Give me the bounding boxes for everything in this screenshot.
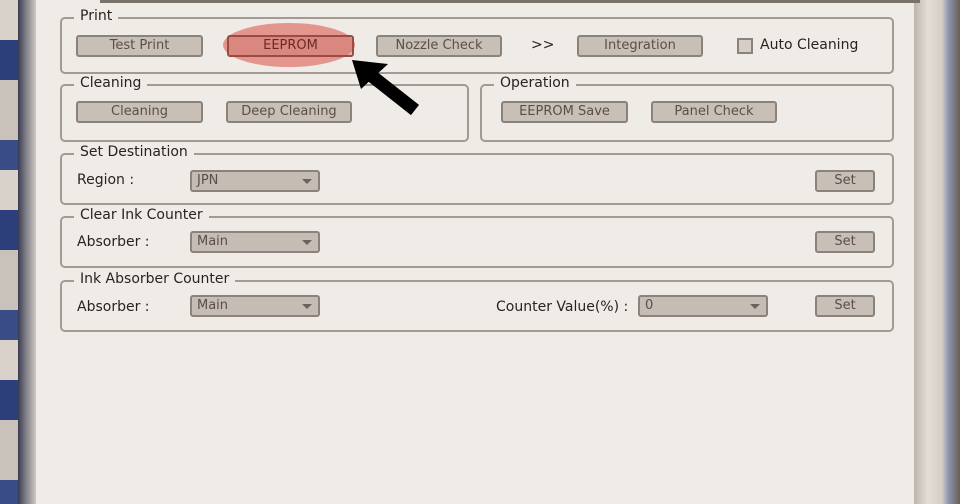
absorber-value: Main — [197, 234, 229, 249]
absorber-label: Absorber : — [77, 299, 150, 315]
test-print-button[interactable]: Test Print — [76, 35, 203, 57]
deep-cleaning-button[interactable]: Deep Cleaning — [226, 101, 352, 123]
region-label: Region : — [77, 172, 135, 188]
ink-absorber-select[interactable]: Main — [190, 295, 320, 317]
chevron-down-icon — [750, 304, 760, 309]
clear-ink-counter-group: Clear Ink Counter — [60, 207, 894, 268]
eeprom-save-button[interactable]: EEPROM Save — [501, 101, 628, 123]
ink-absorber-counter-title: Ink Absorber Counter — [74, 271, 236, 287]
absorber-label: Absorber : — [77, 234, 150, 250]
integration-button[interactable]: Integration — [577, 35, 703, 57]
set-destination-group: Set Destination — [60, 144, 894, 205]
chevron-down-icon — [302, 240, 312, 245]
counter-value-label: Counter Value(%) : — [496, 299, 629, 315]
counter-value-select[interactable]: 0 — [638, 295, 768, 317]
chevron-down-icon — [302, 179, 312, 184]
panel-check-button[interactable]: Panel Check — [651, 101, 777, 123]
operation-group-title: Operation — [494, 75, 576, 91]
clear-absorber-select[interactable]: Main — [190, 231, 320, 253]
background-window — [0, 0, 18, 504]
absorber-value: Main — [197, 298, 229, 313]
window-right-border — [914, 0, 960, 504]
window-left-border — [18, 0, 36, 504]
chevron-down-icon — [302, 304, 312, 309]
cleaning-button[interactable]: Cleaning — [76, 101, 203, 123]
nozzle-check-button[interactable]: Nozzle Check — [376, 35, 502, 57]
set-destination-title: Set Destination — [74, 144, 194, 160]
ink-absorber-set-button[interactable]: Set — [815, 295, 875, 317]
clear-ink-counter-set-button[interactable]: Set — [815, 231, 875, 253]
print-group-title: Print — [74, 8, 119, 24]
top-divider — [100, 0, 920, 3]
sequence-arrow-text: >> — [531, 37, 555, 53]
auto-cleaning-label: Auto Cleaning — [760, 37, 859, 53]
counter-value: 0 — [645, 298, 654, 313]
set-destination-set-button[interactable]: Set — [815, 170, 875, 192]
region-select[interactable]: JPN — [190, 170, 320, 192]
clear-ink-counter-title: Clear Ink Counter — [74, 207, 209, 223]
auto-cleaning-checkbox[interactable] — [737, 38, 753, 54]
eeprom-button[interactable]: EEPROM — [227, 35, 354, 57]
cleaning-group-title: Cleaning — [74, 75, 148, 91]
region-value: JPN — [197, 173, 219, 188]
ink-absorber-counter-group: Ink Absorber Counter — [60, 271, 894, 332]
